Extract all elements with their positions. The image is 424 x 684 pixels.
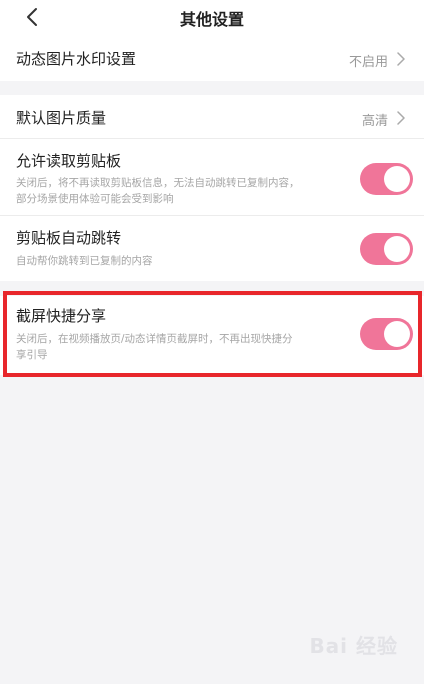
image-quality-value: 高清	[361, 114, 388, 129]
clipboard-read-toggle[interactable]	[360, 163, 413, 195]
top-bar: 其他设置	[0, 0, 424, 34]
image-quality-row[interactable]: 默认图片质量 高清	[0, 95, 424, 139]
clipboard-jump-desc: 自动帮你跳转到已复制的内容	[16, 255, 153, 267]
clipboard-jump-row: 剪贴板自动跳转 自动帮你跳转到已复制的内容	[0, 216, 424, 281]
watermark-setting-row[interactable]: 动态图片水印设置 不启用	[0, 34, 424, 81]
section-general: 默认图片质量 高清 允许读取剪贴板 关闭后，将不再读取剪贴板信息，无法自动跳转已…	[0, 95, 424, 281]
clipboard-jump-label: 剪贴板自动跳转	[16, 229, 122, 247]
baidu-jingyan-watermark: Bai 经验	[309, 634, 398, 658]
watermark-setting-label: 动态图片水印设置	[16, 50, 137, 68]
toggle-knob	[384, 236, 410, 262]
settings-page: 其他设置 动态图片水印设置 不启用 默认图片质量 高清 允许读取剪贴板 关闭后，…	[0, 0, 424, 684]
chevron-right-icon	[397, 111, 405, 125]
highlight-box	[3, 291, 422, 377]
clipboard-read-label: 允许读取剪贴板	[16, 152, 122, 170]
clipboard-jump-toggle[interactable]	[360, 233, 413, 265]
watermark-setting-value: 不启用	[348, 55, 388, 70]
image-quality-label: 默认图片质量	[16, 109, 107, 127]
section-watermark: 动态图片水印设置 不启用	[0, 34, 424, 81]
clipboard-read-desc-line2: 部分场景使用体验可能会受到影响	[16, 193, 174, 205]
clipboard-read-desc-line1: 关闭后，将不再读取剪贴板信息，无法自动跳转已复制内容，	[16, 177, 300, 189]
chevron-right-icon	[397, 52, 405, 66]
page-title: 其他设置	[179, 10, 244, 29]
toggle-knob	[384, 166, 410, 192]
clipboard-read-row: 允许读取剪贴板 关闭后，将不再读取剪贴板信息，无法自动跳转已复制内容， 部分场景…	[0, 139, 424, 216]
